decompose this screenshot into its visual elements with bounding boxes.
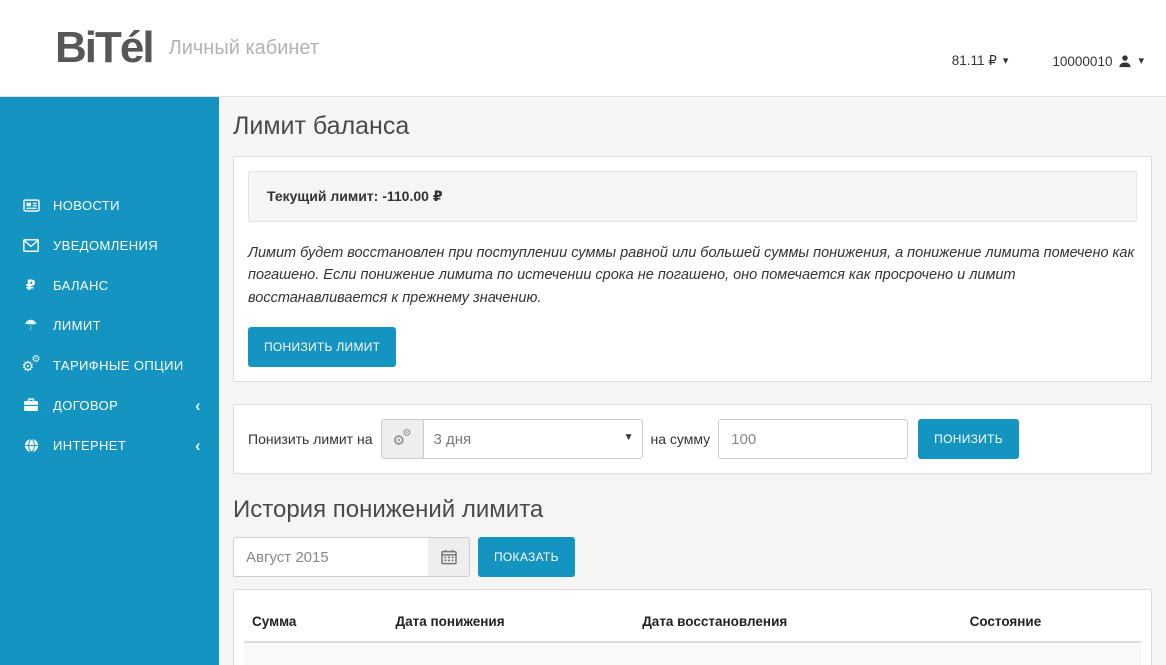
balance-dropdown[interactable]: 81.11 ₽ ▾ [952,53,1009,69]
history-title: История понижений лимита [233,496,1152,525]
globe-icon [20,438,42,453]
briefcase-icon [20,398,42,412]
account-number: 10000010 [1052,54,1112,69]
sidebar-item-tariff-options[interactable]: ⚙⚙ ТАРИФНЫЕ ОПЦИИ [0,345,219,385]
history-filter-row: ПОКАЗАТЬ [233,537,1152,577]
sidebar: НОВОСТИ УВЕДОМЛЕНИЯ ₽ БАЛАНС ☂ ЛИМИТ ⚙⚙ … [0,97,219,665]
main-content: Лимит баланса Текущий лимит: -110.00 ₽ Л… [219,97,1166,665]
sidebar-item-balance[interactable]: ₽ БАЛАНС [0,265,219,305]
column-header-restore-date: Дата восстановления [634,598,961,642]
column-header-lower-date: Дата понижения [388,598,635,642]
user-icon [1118,54,1132,68]
column-header-amount: Сумма [244,598,388,642]
sidebar-item-notifications[interactable]: УВЕДОМЛЕНИЯ [0,225,219,265]
brand: BiTél Личный кабинет [55,26,319,70]
envelope-icon [20,239,42,252]
app-subtitle: Личный кабинет [169,37,319,60]
lower-limit-form: Понизить лимит на ⚙⚙ 3 дня ▼ на сумму [248,419,1137,459]
lower-limit-form-panel: Понизить лимит на ⚙⚙ 3 дня ▼ на сумму [233,404,1152,474]
app-body: НОВОСТИ УВЕДОМЛЕНИЯ ₽ БАЛАНС ☂ ЛИМИТ ⚙⚙ … [0,97,1166,665]
page-title: Лимит баланса [233,111,1152,141]
column-header-state: Состояние [962,598,1141,642]
lower-limit-button[interactable]: ПОНИЗИТЬ ЛИМИТ [248,327,396,367]
sidebar-item-label: ИНТЕРНЕТ [53,438,126,453]
lower-submit-button[interactable]: ПОНИЗИТЬ [918,419,1019,459]
table-row [244,642,1141,665]
period-input-group: ⚙⚙ 3 дня ▼ [381,419,643,459]
history-table-panel: Сумма Дата понижения Дата восстановления… [233,589,1152,665]
amount-label: на сумму [651,431,711,447]
newspaper-icon [20,198,42,213]
sidebar-item-news[interactable]: НОВОСТИ [0,185,219,225]
month-input[interactable] [233,537,428,577]
sidebar-item-label: ДОГОВОР [53,398,118,413]
caret-down-icon: ▾ [1138,56,1144,67]
sidebar-item-internet[interactable]: ИНТЕРНЕТ ‹ [0,425,219,465]
cogs-icon: ⚙⚙ [381,419,423,459]
sidebar-item-limit[interactable]: ☂ ЛИМИТ [0,305,219,345]
ruble-icon: ₽ [20,278,42,292]
balance-value: 81.11 ₽ [952,53,997,69]
period-select[interactable]: 3 дня [423,419,643,459]
table-header-row: Сумма Дата понижения Дата восстановления… [244,598,1141,642]
sidebar-item-label: НОВОСТИ [53,198,120,213]
limit-description: Лимит будет восстановлен при поступлении… [248,242,1137,309]
logo: BiTél [55,26,153,70]
calendar-icon[interactable] [428,537,470,577]
history-table: Сумма Дата понижения Дата восстановления… [244,598,1141,665]
sidebar-item-label: ЛИМИТ [53,318,101,333]
umbrella-icon: ☂ [20,318,42,333]
current-limit-well: Текущий лимит: -110.00 ₽ [248,171,1137,222]
period-label: Понизить лимит на [248,431,373,447]
sidebar-item-label: БАЛАНС [53,278,109,293]
chevron-left-icon: ‹ [195,397,201,414]
caret-down-icon: ▾ [1003,56,1009,67]
month-input-group [233,537,470,577]
current-limit-text: Текущий лимит: -110.00 ₽ [267,188,443,204]
amount-input-group [718,419,908,459]
cogs-icon: ⚙⚙ [20,357,42,374]
sidebar-item-label: ТАРИФНЫЕ ОПЦИИ [53,358,184,373]
header-right: 81.11 ₽ ▾ 10000010 ▾ [952,53,1144,69]
show-button[interactable]: ПОКАЗАТЬ [478,537,575,577]
limit-panel: Текущий лимит: -110.00 ₽ Лимит будет вос… [233,156,1152,382]
account-dropdown[interactable]: 10000010 ▾ [1052,54,1144,69]
sidebar-item-label: УВЕДОМЛЕНИЯ [53,238,158,253]
chevron-left-icon: ‹ [195,437,201,454]
amount-input[interactable] [718,419,908,459]
sidebar-item-contract[interactable]: ДОГОВОР ‹ [0,385,219,425]
header: BiTél Личный кабинет 81.11 ₽ ▾ 10000010 … [0,0,1166,97]
